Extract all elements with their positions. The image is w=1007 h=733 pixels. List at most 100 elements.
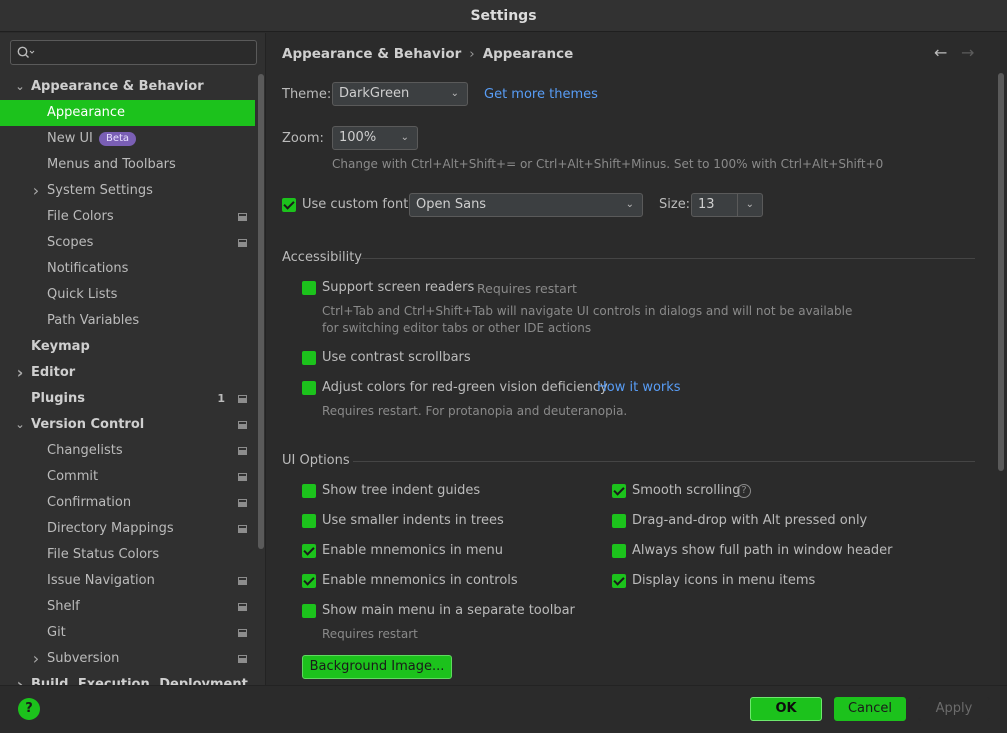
chevron-right-icon[interactable]: › bbox=[30, 646, 42, 672]
sidebar-item-label: Quick Lists bbox=[47, 287, 118, 302]
search-box[interactable] bbox=[10, 40, 257, 65]
always-show-full-path-in-window-header-label[interactable]: Always show full path in window header bbox=[632, 543, 893, 558]
help-icon[interactable]: ? bbox=[18, 698, 40, 720]
font-size-combo[interactable]: 13 ⌄ bbox=[691, 193, 763, 217]
color-deficiency-checkbox[interactable] bbox=[302, 381, 316, 395]
sidebar-item-commit[interactable]: Commit bbox=[0, 464, 255, 490]
smooth-scrolling-checkbox[interactable] bbox=[612, 484, 626, 498]
contrast-scrollbars-label[interactable]: Use contrast scrollbars bbox=[322, 350, 471, 365]
sidebar-item-confirmation[interactable]: Confirmation bbox=[0, 490, 255, 516]
sidebar-item-system-settings[interactable]: › System Settings bbox=[0, 178, 255, 204]
chevron-right-icon[interactable]: › bbox=[30, 178, 42, 204]
cancel-button[interactable]: Cancel bbox=[834, 697, 906, 721]
chevron-down-icon[interactable]: ⌄ bbox=[14, 412, 26, 438]
show-main-menu-in-a-separate-toolbar-checkbox[interactable] bbox=[302, 604, 316, 618]
sidebar-item-path-variables[interactable]: Path Variables bbox=[0, 308, 255, 334]
sidebar-item-label: Confirmation bbox=[47, 495, 132, 510]
sidebar-item-label: Git bbox=[47, 625, 66, 640]
how-it-works-link[interactable]: How it works bbox=[597, 380, 681, 395]
sidebar-item-label: Changelists bbox=[47, 443, 123, 458]
chevron-right-icon[interactable]: › bbox=[14, 672, 26, 685]
breadcrumb-current: Appearance bbox=[482, 46, 574, 62]
sidebar-item-scopes[interactable]: Scopes bbox=[0, 230, 255, 256]
sidebar-item-directory-mappings[interactable]: Directory Mappings bbox=[0, 516, 255, 542]
ui-options-section-title: UI Options bbox=[282, 453, 350, 468]
contrast-scrollbars-checkbox[interactable] bbox=[302, 351, 316, 365]
sidebar-item-notifications[interactable]: Notifications bbox=[0, 256, 255, 282]
show-main-menu-in-a-separate-toolbar-label[interactable]: Show main menu in a separate toolbar bbox=[322, 603, 575, 618]
content-scrollbar[interactable] bbox=[998, 73, 1004, 471]
background-image-button[interactable]: Background Image... bbox=[302, 655, 452, 679]
sidebar-item-label: Plugins bbox=[31, 391, 85, 406]
sidebar-item-label: Appearance & Behavior bbox=[31, 79, 204, 94]
project-level-icon bbox=[238, 629, 247, 637]
theme-dropdown[interactable]: DarkGreen ⌄ bbox=[332, 82, 468, 106]
sidebar-item-label: Version Control bbox=[31, 417, 145, 432]
sidebar-item-issue-navigation[interactable]: Issue Navigation bbox=[0, 568, 255, 594]
sidebar-item-label: Menus and Toolbars bbox=[47, 157, 176, 172]
sidebar-item-file-status-colors[interactable]: File Status Colors bbox=[0, 542, 255, 568]
help-icon[interactable]: ? bbox=[737, 484, 751, 498]
screen-readers-description-2: for switching editor tabs or other IDE a… bbox=[322, 321, 592, 335]
sidebar-item-shelf[interactable]: Shelf bbox=[0, 594, 255, 620]
chevron-down-icon[interactable]: ⌄ bbox=[14, 74, 26, 100]
accessibility-section-title: Accessibility bbox=[282, 250, 362, 265]
sidebar-item-keymap[interactable]: Keymap bbox=[0, 334, 255, 360]
project-level-icon bbox=[238, 499, 247, 507]
chevron-down-icon[interactable]: ⌄ bbox=[746, 194, 754, 216]
sidebar-item-editor[interactable]: › Editor bbox=[0, 360, 255, 386]
custom-font-checkbox[interactable] bbox=[282, 198, 296, 212]
sidebar-item-git[interactable]: Git bbox=[0, 620, 255, 646]
enable-mnemonics-in-controls-checkbox[interactable] bbox=[302, 574, 316, 588]
screen-readers-checkbox[interactable] bbox=[302, 281, 316, 295]
project-level-icon bbox=[238, 655, 247, 663]
drag-and-drop-with-alt-pressed-only-label[interactable]: Drag-and-drop with Alt pressed only bbox=[632, 513, 867, 528]
chevron-down-icon: ⌄ bbox=[625, 199, 634, 210]
chevron-right-icon[interactable]: › bbox=[14, 360, 26, 386]
smooth-scrolling-label[interactable]: Smooth scrolling bbox=[632, 483, 741, 498]
apply-button[interactable]: Apply bbox=[918, 697, 990, 721]
back-arrow-icon[interactable]: ← bbox=[934, 43, 947, 62]
search-input[interactable] bbox=[41, 43, 251, 62]
project-level-icon bbox=[238, 525, 247, 533]
color-deficiency-label[interactable]: Adjust colors for red-green vision defic… bbox=[322, 380, 608, 395]
zoom-dropdown[interactable]: 100% ⌄ bbox=[332, 126, 418, 150]
sidebar-item-quick-lists[interactable]: Quick Lists bbox=[0, 282, 255, 308]
get-more-themes-link[interactable]: Get more themes bbox=[484, 87, 598, 102]
screen-readers-label[interactable]: Support screen readers bbox=[322, 280, 474, 295]
custom-font-label[interactable]: Use custom font: bbox=[302, 197, 413, 212]
drag-and-drop-with-alt-pressed-only-checkbox[interactable] bbox=[612, 514, 626, 528]
sidebar-item-label: Editor bbox=[31, 365, 76, 380]
use-smaller-indents-in-trees-label[interactable]: Use smaller indents in trees bbox=[322, 513, 504, 528]
sidebar-item-menus-and-toolbars[interactable]: Menus and Toolbars bbox=[0, 152, 255, 178]
sidebar-item-plugins[interactable]: Plugins 1 bbox=[0, 386, 255, 412]
display-icons-in-menu-items-label[interactable]: Display icons in menu items bbox=[632, 573, 815, 588]
sidebar-item-subversion[interactable]: › Subversion bbox=[0, 646, 255, 672]
enable-mnemonics-in-menu-checkbox[interactable] bbox=[302, 544, 316, 558]
show-tree-indent-guides-label[interactable]: Show tree indent guides bbox=[322, 483, 480, 498]
sidebar-item-file-colors[interactable]: File Colors bbox=[0, 204, 255, 230]
ok-button[interactable]: OK bbox=[750, 697, 822, 721]
sidebar-item-new-ui[interactable]: New UI Beta bbox=[0, 126, 255, 152]
sidebar-item-label: Scopes bbox=[47, 235, 94, 250]
sidebar-item-label: Appearance bbox=[47, 105, 126, 120]
project-level-icon bbox=[238, 213, 247, 221]
display-icons-in-menu-items-checkbox[interactable] bbox=[612, 574, 626, 588]
always-show-full-path-in-window-header-checkbox[interactable] bbox=[612, 544, 626, 558]
sidebar-item-label: New UI bbox=[47, 131, 93, 146]
use-smaller-indents-in-trees-checkbox[interactable] bbox=[302, 514, 316, 528]
project-level-icon bbox=[238, 421, 247, 429]
enable-mnemonics-in-controls-label[interactable]: Enable mnemonics in controls bbox=[322, 573, 518, 588]
sidebar-scrollbar[interactable] bbox=[258, 74, 264, 549]
enable-mnemonics-in-menu-label[interactable]: Enable mnemonics in menu bbox=[322, 543, 503, 558]
breadcrumb-parent[interactable]: Appearance & Behavior bbox=[282, 46, 461, 62]
sidebar-item-build-execution-deployment[interactable]: › Build, Execution, Deployment bbox=[0, 672, 255, 685]
sidebar-item-appearance-behavior[interactable]: ⌄ Appearance & Behavior bbox=[0, 74, 255, 100]
sidebar-item-label: Shelf bbox=[47, 599, 80, 614]
forward-arrow-icon[interactable]: → bbox=[961, 43, 974, 62]
sidebar-item-version-control[interactable]: ⌄ Version Control bbox=[0, 412, 255, 438]
show-tree-indent-guides-checkbox[interactable] bbox=[302, 484, 316, 498]
sidebar-item-appearance[interactable]: Appearance bbox=[0, 100, 255, 126]
font-dropdown[interactable]: Open Sans ⌄ bbox=[409, 193, 643, 217]
sidebar-item-changelists[interactable]: Changelists bbox=[0, 438, 255, 464]
